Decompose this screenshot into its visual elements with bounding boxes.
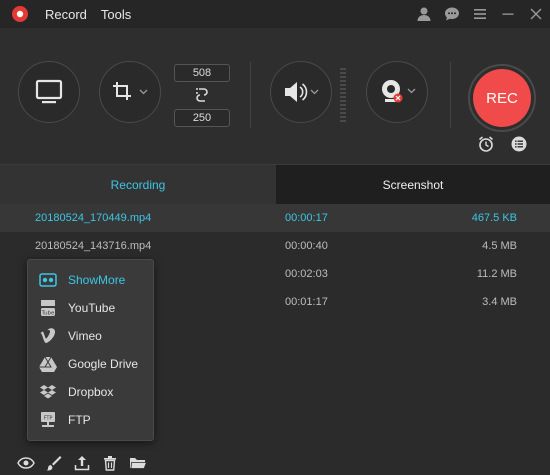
menu-icon[interactable] <box>466 0 494 28</box>
ftp-icon: FTP <box>38 410 58 430</box>
trash-icon[interactable] <box>96 450 124 475</box>
showmore-icon <box>38 270 58 290</box>
divider <box>250 62 251 128</box>
share-google-drive[interactable]: Google Drive <box>28 350 153 378</box>
speaker-dropdown-icon <box>285 82 319 102</box>
google-drive-icon <box>38 354 58 374</box>
upload-share-icon[interactable] <box>68 450 96 475</box>
feedback-icon[interactable] <box>438 0 466 28</box>
menu-record[interactable]: Record <box>45 7 87 22</box>
height-input[interactable]: 250 <box>174 109 230 127</box>
svg-text:Tube: Tube <box>41 311 56 317</box>
file-name: 20180524_143716.mp4 <box>35 240 152 252</box>
volume-meter <box>339 68 347 124</box>
list-item[interactable]: 20180524_143716.mp4 00:00:40 4.5 MB <box>0 232 550 260</box>
share-label: YouTube <box>68 301 116 315</box>
share-menu: ShowMore Tube YouTube Vimeo Google Drive… <box>27 259 154 441</box>
file-size: 3.4 MB <box>482 296 517 308</box>
rec-button[interactable]: REC <box>468 64 536 132</box>
divider <box>450 62 451 128</box>
file-duration: 00:02:03 <box>285 268 328 280</box>
link-aspect-icon[interactable] <box>194 86 210 104</box>
fullscreen-region-button[interactable] <box>18 61 80 123</box>
share-label: ShowMore <box>68 273 126 287</box>
monitor-icon <box>35 79 63 104</box>
bottom-toolbar <box>0 450 550 475</box>
webcam-off-dropdown-icon <box>382 80 416 103</box>
app-logo-icon <box>11 5 29 23</box>
share-ftp[interactable]: FTP FTP <box>28 406 153 434</box>
rec-label: REC <box>473 69 531 127</box>
close-icon[interactable] <box>522 0 550 28</box>
vimeo-icon <box>38 326 58 346</box>
title-bar: Record Tools <box>0 0 550 28</box>
file-size: 11.2 MB <box>476 268 517 280</box>
svg-text:FTP: FTP <box>44 416 53 422</box>
share-label: Dropbox <box>68 385 114 399</box>
open-folder-icon[interactable] <box>124 450 152 475</box>
share-vimeo[interactable]: Vimeo <box>28 322 153 350</box>
task-list-icon[interactable] <box>510 135 528 153</box>
youtube-icon: Tube <box>38 298 58 318</box>
menu-tools[interactable]: Tools <box>101 7 131 22</box>
tab-bar: Recording Screenshot <box>0 165 550 204</box>
share-dropbox[interactable]: Dropbox <box>28 378 153 406</box>
account-icon[interactable] <box>410 0 438 28</box>
edit-brush-icon[interactable] <box>40 450 68 475</box>
system-sound-button[interactable] <box>270 61 332 123</box>
file-size: 467.5 KB <box>471 212 517 224</box>
width-input[interactable]: 508 <box>174 64 230 82</box>
preview-eye-icon[interactable] <box>12 450 40 475</box>
tab-screenshot[interactable]: Screenshot <box>276 165 550 204</box>
tab-recording[interactable]: Recording <box>0 165 276 204</box>
share-label: FTP <box>68 413 91 427</box>
minimize-icon[interactable] <box>494 0 522 28</box>
file-duration: 00:00:17 <box>285 212 328 224</box>
custom-region-button[interactable] <box>99 61 161 123</box>
recording-controls: 508 250 REC <box>0 28 550 165</box>
alarm-clock-icon[interactable] <box>477 135 495 153</box>
list-item[interactable]: 20180524_170449.mp4 00:00:17 467.5 KB <box>0 204 550 232</box>
file-size: 4.5 MB <box>482 240 517 252</box>
share-showmore[interactable]: ShowMore <box>28 266 153 294</box>
share-label: Vimeo <box>68 329 102 343</box>
share-label: Google Drive <box>68 357 139 371</box>
file-name: 20180524_170449.mp4 <box>35 212 152 224</box>
share-youtube[interactable]: Tube YouTube <box>28 294 153 322</box>
file-duration: 00:01:17 <box>285 296 328 308</box>
file-duration: 00:00:40 <box>285 240 328 252</box>
webcam-button[interactable] <box>366 61 428 123</box>
dropbox-icon <box>38 382 58 402</box>
crop-dropdown-icon <box>113 82 148 100</box>
